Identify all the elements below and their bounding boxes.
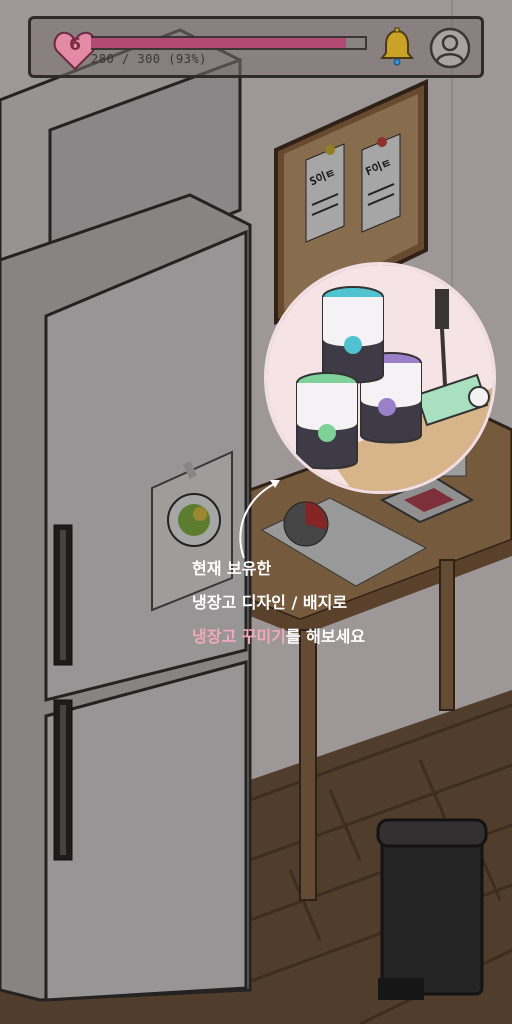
tip-line-2: 냉장고 디자인 / 배지로: [192, 593, 348, 612]
status-hud: 6 280 / 300 (93%): [28, 16, 484, 78]
hp-text: 280 / 300 (93%): [91, 52, 207, 66]
paint-cans-illustration: [267, 265, 493, 491]
user-profile-icon[interactable]: [429, 27, 471, 69]
tutorial-arrow-icon: [239, 480, 280, 559]
paint-can-green: [296, 372, 358, 470]
fridge-decorate-spotlight[interactable]: [264, 262, 496, 494]
tutorial-tip: 현재 보유한 냉장고 디자인 / 배지로 냉장고 꾸미기를 해보세요: [192, 552, 492, 654]
paint-can-blue: [322, 286, 384, 384]
bell-icon[interactable]: [379, 27, 415, 67]
tip-line-1: 현재 보유한: [192, 559, 272, 578]
hp-bar: [91, 36, 367, 50]
tip-line-3-rest: 를 해보세요: [285, 627, 366, 646]
tip-line-3: 냉장고 꾸미기를 해보세요: [192, 620, 492, 654]
tip-highlight: 냉장고 꾸미기: [192, 627, 286, 646]
hp-bar-fill: [91, 38, 346, 48]
